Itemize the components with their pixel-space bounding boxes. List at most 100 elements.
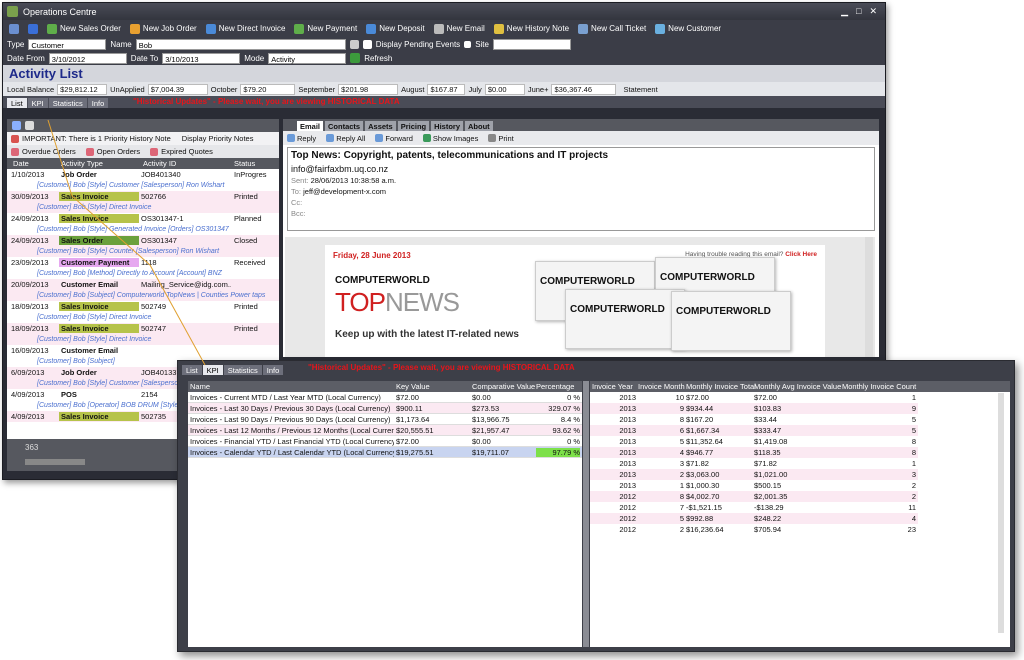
- site-checkbox[interactable]: [464, 40, 472, 48]
- filter-button-0[interactable]: Overdue Orders: [11, 147, 76, 156]
- list-column-header[interactable]: Date: [13, 159, 29, 168]
- monthly-vscrollbar[interactable]: [998, 393, 1004, 633]
- email-tab-history[interactable]: History: [431, 121, 463, 131]
- tab-list[interactable]: List: [182, 365, 202, 375]
- email-action-0[interactable]: Reply: [287, 134, 316, 143]
- monthly-column-header[interactable]: Monthly Avg Invoice Value: [754, 382, 841, 391]
- toolbar-button-5[interactable]: New Email: [433, 23, 485, 34]
- kpi-column-header[interactable]: Key Value: [396, 382, 430, 391]
- kpi-row[interactable]: Invoices - Financial YTD / Last Financia…: [188, 436, 582, 447]
- back-icon[interactable]: [9, 23, 19, 34]
- toolbar-button-3[interactable]: New Payment: [294, 23, 357, 34]
- list-column-header[interactable]: Activity ID: [143, 159, 176, 168]
- close-icon[interactable]: ✕: [869, 6, 877, 17]
- toolbar-button-2[interactable]: New Direct Invoice: [205, 23, 285, 34]
- email-tab-assets[interactable]: Assets: [365, 121, 396, 131]
- list-item[interactable]: 24/09/2013 Sales Order OS301347 Closed: [7, 235, 279, 246]
- tab-kpi[interactable]: KPI: [27, 98, 48, 108]
- toolbar-button-0[interactable]: New Sales Order: [47, 23, 121, 34]
- email-tab-pricing[interactable]: Pricing: [397, 121, 430, 131]
- monthly-column-header[interactable]: Monthly Invoice Count: [842, 382, 916, 391]
- search-icon[interactable]: [349, 39, 359, 49]
- tab-info[interactable]: Info: [262, 365, 284, 375]
- list-item[interactable]: 23/09/2013 Customer Payment 1118 Received: [7, 257, 279, 268]
- kpi-row[interactable]: Invoices - Last 90 Days / Previous 90 Da…: [188, 414, 582, 425]
- email-vscrollbar[interactable]: [865, 237, 873, 357]
- filter-button-2[interactable]: Expired Quotes: [150, 147, 213, 156]
- monthly-row[interactable]: 2013 1 $1,000.30 $500.15 2: [590, 480, 918, 491]
- list-item[interactable]: 18/09/2013 Sales Invoice 502749 Printed: [7, 301, 279, 312]
- email-tab-contacts[interactable]: Contacts: [325, 121, 364, 131]
- tab-statistics[interactable]: Statistics: [223, 365, 262, 375]
- toolbar-button-8[interactable]: New Customer: [655, 23, 721, 34]
- list-item[interactable]: 30/09/2013 Sales Invoice 502766 Printed: [7, 191, 279, 202]
- type-select[interactable]: Customer: [28, 38, 107, 50]
- kpi-column-header[interactable]: Name: [190, 382, 210, 391]
- pencil-icon[interactable]: [25, 121, 34, 130]
- email-tab-about[interactable]: About: [465, 121, 493, 131]
- name-input[interactable]: Bob: [135, 38, 346, 50]
- monthly-row[interactable]: 2012 2 $16,236.64 $705.94 23: [590, 524, 918, 535]
- tab-kpi[interactable]: KPI: [202, 365, 223, 375]
- bcc-label: Bcc:: [291, 209, 306, 218]
- toolbar-button-4[interactable]: New Deposit: [366, 23, 425, 34]
- pending-checkbox[interactable]: [362, 39, 372, 49]
- toolbar-button-6[interactable]: New History Note: [493, 23, 569, 34]
- kpi-row[interactable]: Invoices - Last 12 Months / Previous 12 …: [188, 425, 582, 436]
- list-column-header[interactable]: Status: [234, 159, 255, 168]
- kpi-column-header[interactable]: Comparative Value: [472, 382, 535, 391]
- email-action-4[interactable]: Print: [488, 134, 514, 143]
- monthly-column-header[interactable]: Invoice Year: [592, 382, 633, 391]
- monthly-row[interactable]: 2012 5 $992.88 $248.22 4: [590, 513, 918, 524]
- tab-info[interactable]: Info: [87, 98, 109, 108]
- date-from-input[interactable]: 3/10/2012: [48, 52, 127, 64]
- minimize-icon[interactable]: ▁: [841, 6, 848, 17]
- email-action-3[interactable]: Show Images: [422, 134, 478, 143]
- refresh-icon[interactable]: [350, 53, 361, 63]
- site-input[interactable]: [492, 38, 571, 50]
- monthly-cell: $333.47: [754, 426, 782, 435]
- list-item[interactable]: 16/09/2013 Customer Email: [7, 345, 279, 356]
- monthly-row[interactable]: 2013 6 $1,667.34 $333.47 5: [590, 425, 918, 436]
- kpi-column-header[interactable]: Percentage: [536, 382, 574, 391]
- toolbar-button-7[interactable]: New Call Ticket: [578, 23, 646, 34]
- monthly-row[interactable]: 2013 4 $946.77 $118.35 8: [590, 447, 918, 458]
- toolbar-button-1[interactable]: New Job Order: [129, 23, 197, 34]
- tab-statistics[interactable]: Statistics: [48, 98, 87, 108]
- binoculars-icon[interactable]: [12, 121, 21, 130]
- filter-button-1[interactable]: Open Orders: [85, 147, 140, 156]
- kpi-row[interactable]: Invoices - Last 30 Days / Previous 30 Da…: [188, 403, 582, 414]
- monthly-row[interactable]: 2013 5 $11,352.64 $1,419.08 8: [590, 436, 918, 447]
- info-icon[interactable]: [28, 23, 38, 34]
- monthly-column-header[interactable]: Monthly Invoice Total: [686, 382, 756, 391]
- monthly-row[interactable]: 2013 10 $72.00 $72.00 1: [590, 392, 918, 403]
- email-action-1[interactable]: Reply All: [326, 134, 365, 143]
- list-column-header[interactable]: Activity Type: [61, 159, 103, 168]
- tab-list[interactable]: List: [7, 98, 27, 108]
- mode-select[interactable]: Activity: [268, 52, 347, 64]
- list-item[interactable]: 20/09/2013 Customer Email Mailing_Service@…: [7, 279, 279, 290]
- monthly-row[interactable]: 2012 8 $4,002.70 $2,001.35 2: [590, 491, 918, 502]
- statement-button[interactable]: Statement: [623, 85, 657, 94]
- email-tab-email[interactable]: Email: [297, 121, 324, 131]
- email-action-2[interactable]: Forward: [375, 134, 413, 143]
- list-hscrollbar[interactable]: [25, 459, 85, 465]
- monthly-row[interactable]: 2013 2 $3,063.00 $1,021.00 3: [590, 469, 918, 480]
- list-item[interactable]: 24/09/2013 Sales Invoice OS301347-1 Planned: [7, 213, 279, 224]
- list-item[interactable]: 1/10/2013 Job Order JOB401340 InProgres: [7, 169, 279, 180]
- balance-value: $0.00: [484, 83, 525, 95]
- refresh-button[interactable]: Refresh: [364, 54, 392, 63]
- kpi-row[interactable]: Invoices - Calendar YTD / Last Calendar …: [188, 447, 582, 458]
- monthly-row[interactable]: 2012 7 -$1,521.15 -$138.29 11: [590, 502, 918, 513]
- monthly-row[interactable]: 2013 3 $71.82 $71.82 1: [590, 458, 918, 469]
- list-item[interactable]: 18/09/2013 Sales Invoice 502747 Printed: [7, 323, 279, 334]
- monthly-row[interactable]: 2013 9 $934.44 $103.83 9: [590, 403, 918, 414]
- monthly-row[interactable]: 2013 8 $167.20 $33.44 5: [590, 414, 918, 425]
- display-priority-button[interactable]: Display Priority Notes: [182, 134, 254, 143]
- splitter[interactable]: [583, 381, 589, 647]
- toolbar-label: New Deposit: [379, 24, 425, 33]
- kpi-row[interactable]: Invoices - Current MTD / Last Year MTD (…: [188, 392, 582, 403]
- maximize-icon[interactable]: □: [856, 6, 861, 17]
- monthly-column-header[interactable]: Invoice Month: [638, 382, 685, 391]
- date-to-input[interactable]: 3/10/2013: [162, 52, 241, 64]
